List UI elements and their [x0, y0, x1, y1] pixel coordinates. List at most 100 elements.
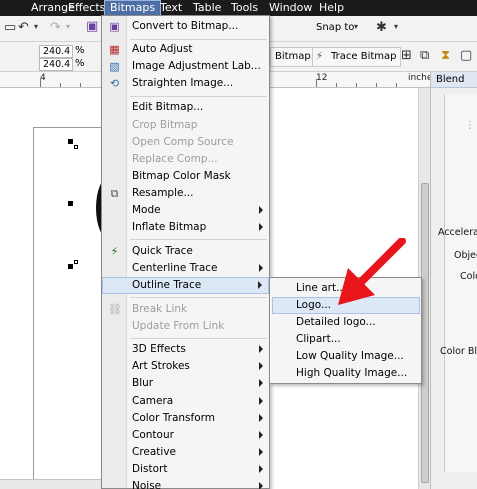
submenu-item-clipart[interactable]: Clipart... [272, 331, 420, 348]
object-label: Object [454, 250, 477, 261]
scrollbar-thumb[interactable] [421, 183, 429, 483]
menu-item-label: Contour [132, 429, 174, 441]
menu-item-image-adjustment-lab[interactable]: ▧ Image Adjustment Lab... [102, 58, 269, 75]
menu-item-distort[interactable]: Distort [102, 461, 269, 478]
menu-item-creative[interactable]: Creative [102, 444, 269, 461]
menu-item-edit-bitmap[interactable]: Edit Bitmap... [102, 99, 269, 116]
redo-icon[interactable]: ↷ [50, 20, 61, 35]
options-icon[interactable]: ✱ [376, 20, 387, 35]
position-x-field[interactable]: 240.4 [39, 45, 73, 58]
submenu-item-label: Detailed logo... [296, 316, 376, 328]
quick-trace-icon: ⚡ [110, 245, 119, 258]
menu-item-contour[interactable]: Contour [102, 427, 269, 444]
menu-item-3d-effects[interactable]: 3D Effects [102, 341, 269, 358]
menu-item-replace-comp: Replace Comp... [102, 151, 269, 168]
submenu-arrow-icon [259, 448, 263, 456]
menu-item-convert-to-bitmap[interactable]: ▣ Convert to Bitmap... [102, 18, 269, 35]
menu-item-camera[interactable]: Camera [102, 393, 269, 410]
docker-scroll-icon[interactable]: ⋮ [465, 120, 475, 131]
ruler-tick [376, 83, 377, 87]
submenu-item-label: Clipart... [296, 333, 341, 345]
menu-help[interactable]: Help [314, 0, 349, 16]
snap-dropdown-icon[interactable]: ▾ [354, 22, 358, 31]
menu-item-label: Color Transform [132, 412, 215, 424]
menu-item-label: Open Comp Source [132, 136, 234, 148]
scale-y-unit: % [75, 58, 85, 69]
menu-item-label: Convert to Bitmap... [132, 20, 239, 32]
redo-dropdown-icon[interactable]: ▾ [66, 22, 70, 31]
acceleration-label: Acceleration [438, 227, 477, 238]
menu-item-label: Update From Link [132, 320, 225, 332]
menu-item-centerline-trace[interactable]: Centerline Trace [102, 260, 269, 277]
align-icon[interactable]: ⊞ [401, 48, 412, 63]
menu-separator [130, 239, 267, 240]
menu-table[interactable]: Table [188, 0, 226, 16]
menu-item-label: Outline Trace [132, 279, 202, 291]
menu-item-auto-adjust[interactable]: ▦ Auto Adjust [102, 41, 269, 58]
menu-item-art-strokes[interactable]: Art Strokes [102, 358, 269, 375]
options-dropdown-icon[interactable]: ▾ [394, 22, 398, 31]
rotation-handle[interactable] [74, 145, 78, 149]
menu-item-label: Noise [132, 480, 162, 489]
submenu-item-label: High Quality Image... [296, 367, 408, 379]
straighten-icon: ⟲ [109, 77, 120, 90]
menu-item-label: Camera [132, 395, 174, 407]
menu-item-label: Break Link [132, 303, 188, 315]
menu-item-straighten-image[interactable]: ⟲ Straighten Image... [102, 75, 269, 92]
menu-tools[interactable]: Tools [226, 0, 263, 16]
submenu-item-detailed-logo[interactable]: Detailed logo... [272, 314, 420, 331]
submenu-arrow-icon [259, 264, 263, 272]
menu-item-color-transform[interactable]: Color Transform [102, 410, 269, 427]
ruler-tick [60, 83, 61, 87]
annotation-arrow-icon [338, 238, 406, 305]
menu-item-label: Blur [132, 377, 154, 389]
menu-item-mode[interactable]: Mode [102, 202, 269, 219]
menu-item-label: Resample... [132, 187, 194, 199]
menu-item-crop-bitmap: Crop Bitmap [102, 117, 269, 134]
selection-handle[interactable] [68, 201, 73, 206]
rotation-handle[interactable] [74, 260, 78, 264]
submenu-item-label: Logo... [296, 299, 332, 311]
submenu-item-label: Low Quality Image... [296, 350, 404, 362]
docker-title: Blend [431, 72, 477, 88]
submenu-arrow-icon [259, 414, 263, 422]
ruler-tick [396, 83, 397, 87]
frame-icon[interactable]: ▢ [460, 48, 472, 63]
menu-item-outline-trace[interactable]: Outline Trace [102, 277, 269, 294]
color-blend-label: Color Blend [440, 346, 477, 357]
resample-icon: ⧉ [110, 187, 119, 200]
menu-text[interactable]: Text [155, 0, 187, 16]
ruler-tick [356, 83, 357, 87]
menu-item-bitmap-color-mask[interactable]: Bitmap Color Mask [102, 168, 269, 185]
submenu-item-high-quality-image[interactable]: High Quality Image... [272, 365, 420, 382]
trace-bitmap-button[interactable]: ⚡ Trace Bitmap [312, 47, 402, 67]
menu-item-label: Creative [132, 446, 177, 458]
menu-separator [130, 338, 267, 339]
selection-handle[interactable] [68, 139, 73, 144]
auto-adjust-icon: ▦ [109, 43, 120, 56]
undo-dropdown-icon[interactable]: ▾ [34, 22, 38, 31]
submenu-item-low-quality-image[interactable]: Low Quality Image... [272, 348, 420, 365]
menu-separator [130, 297, 267, 298]
undo-icon[interactable]: ↶ [18, 20, 29, 35]
selection-handle[interactable] [68, 264, 73, 269]
menu-item-blur[interactable]: Blur [102, 375, 269, 392]
submenu-arrow-icon [259, 431, 263, 439]
submenu-arrow-icon [259, 206, 263, 214]
menu-item-noise[interactable]: Noise [102, 478, 269, 489]
menu-bitmaps[interactable]: Bitmaps [104, 0, 162, 16]
menu-item-resample[interactable]: ⧉ Resample... [102, 185, 269, 202]
menu-item-inflate-bitmap[interactable]: Inflate Bitmap [102, 219, 269, 236]
position-y-field[interactable]: 240.4 [39, 58, 73, 71]
open-icon[interactable]: ▭ [4, 20, 16, 35]
menu-window[interactable]: Window [264, 0, 317, 16]
ruler-tick [316, 79, 317, 87]
menu-item-label: Auto Adjust [132, 43, 193, 55]
import-icon[interactable]: ▣ [86, 19, 98, 34]
submenu-arrow-icon [259, 465, 263, 473]
scale-x-unit: % [75, 45, 85, 56]
menu-item-update-from-link: Update From Link [102, 318, 269, 335]
copy-icon[interactable]: ⧉ [420, 48, 429, 63]
menu-item-quick-trace[interactable]: ⚡ Quick Trace [102, 243, 269, 260]
hourglass-icon[interactable]: ⧗ [441, 48, 450, 63]
